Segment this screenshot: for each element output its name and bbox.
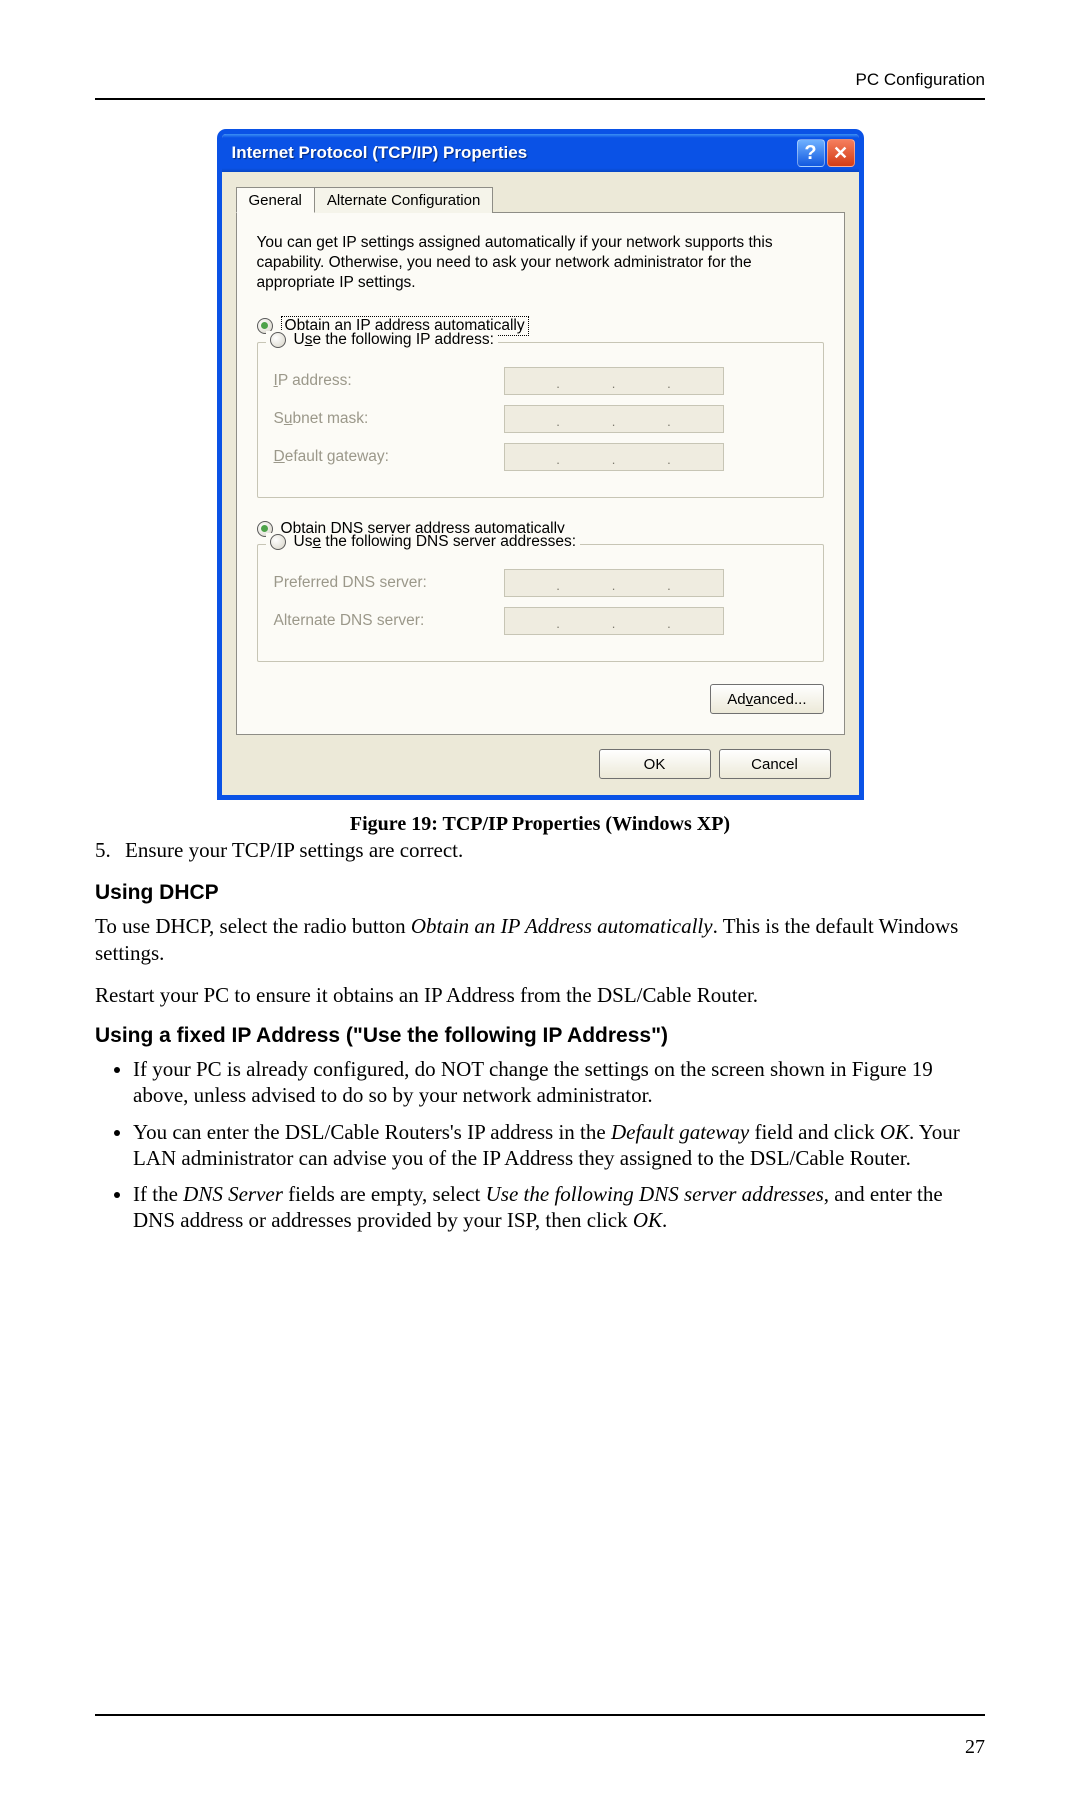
heading-fixed-ip: Using a fixed IP Address ("Use the follo… — [95, 1024, 985, 1048]
tab-row: General Alternate Configuration — [236, 186, 845, 213]
close-button[interactable]: ✕ — [827, 139, 855, 167]
step-number: 5. — [95, 838, 125, 863]
list-item: If the DNS Server fields are empty, sele… — [133, 1181, 985, 1234]
header-section-label: PC Configuration — [95, 70, 985, 90]
paragraph-restart: Restart your PC to ensure it obtains an … — [95, 982, 985, 1008]
figure-caption: Figure 19: TCP/IP Properties (Windows XP… — [95, 813, 985, 836]
dialog-figure: Internet Protocol (TCP/IP) Properties ? … — [95, 130, 985, 799]
cancel-button[interactable]: Cancel — [719, 749, 831, 779]
default-gateway-label: Default gateway: — [274, 448, 504, 466]
paragraph-dhcp: To use DHCP, select the radio button Obt… — [95, 913, 985, 966]
bullet-list: If your PC is already configured, do NOT… — [95, 1056, 985, 1234]
tcpip-dialog: Internet Protocol (TCP/IP) Properties ? … — [218, 130, 863, 799]
description-text: You can get IP settings assigned automat… — [257, 233, 824, 292]
subnet-mask-input[interactable]: ... — [504, 405, 724, 433]
tab-general[interactable]: General — [236, 187, 315, 213]
radio-icon[interactable] — [270, 534, 286, 550]
ip-address-label: IP address: — [274, 372, 504, 390]
titlebar: Internet Protocol (TCP/IP) Properties ? … — [222, 134, 859, 172]
alternate-dns-label: Alternate DNS server: — [274, 612, 504, 630]
help-icon: ? — [804, 142, 816, 165]
tab-alternate-config[interactable]: Alternate Configuration — [314, 187, 493, 213]
footer-rule — [95, 1714, 985, 1716]
header-rule — [95, 98, 985, 100]
help-button[interactable]: ? — [797, 139, 825, 167]
radio-use-following-dns[interactable]: Use the following DNS server addresses: — [294, 533, 577, 551]
list-item: You can enter the DSL/Cable Routers's IP… — [133, 1119, 985, 1172]
dns-fieldgroup: Use the following DNS server addresses: … — [257, 544, 824, 662]
step-text: Ensure your TCP/IP settings are correct. — [125, 838, 463, 863]
heading-using-dhcp: Using DHCP — [95, 881, 985, 905]
subnet-mask-label: Subnet mask: — [274, 410, 504, 428]
ip-address-input[interactable]: ... — [504, 367, 724, 395]
radio-icon[interactable] — [270, 332, 286, 348]
default-gateway-input[interactable]: ... — [504, 443, 724, 471]
advanced-button[interactable]: Advanced... — [710, 684, 823, 714]
list-item: If your PC is already configured, do NOT… — [133, 1056, 985, 1109]
step-5: 5. Ensure your TCP/IP settings are corre… — [95, 838, 985, 863]
radio-use-following-ip[interactable]: Use the following IP address: — [294, 331, 494, 349]
preferred-dns-label: Preferred DNS server: — [274, 574, 504, 592]
page-number: 27 — [965, 1736, 985, 1759]
tab-panel-general: You can get IP settings assigned automat… — [236, 213, 845, 735]
alternate-dns-input[interactable]: ... — [504, 607, 724, 635]
preferred-dns-input[interactable]: ... — [504, 569, 724, 597]
ip-fieldgroup: Use the following IP address: IP address… — [257, 342, 824, 498]
close-icon: ✕ — [833, 143, 848, 164]
ok-button[interactable]: OK — [599, 749, 711, 779]
window-title: Internet Protocol (TCP/IP) Properties — [232, 143, 795, 163]
